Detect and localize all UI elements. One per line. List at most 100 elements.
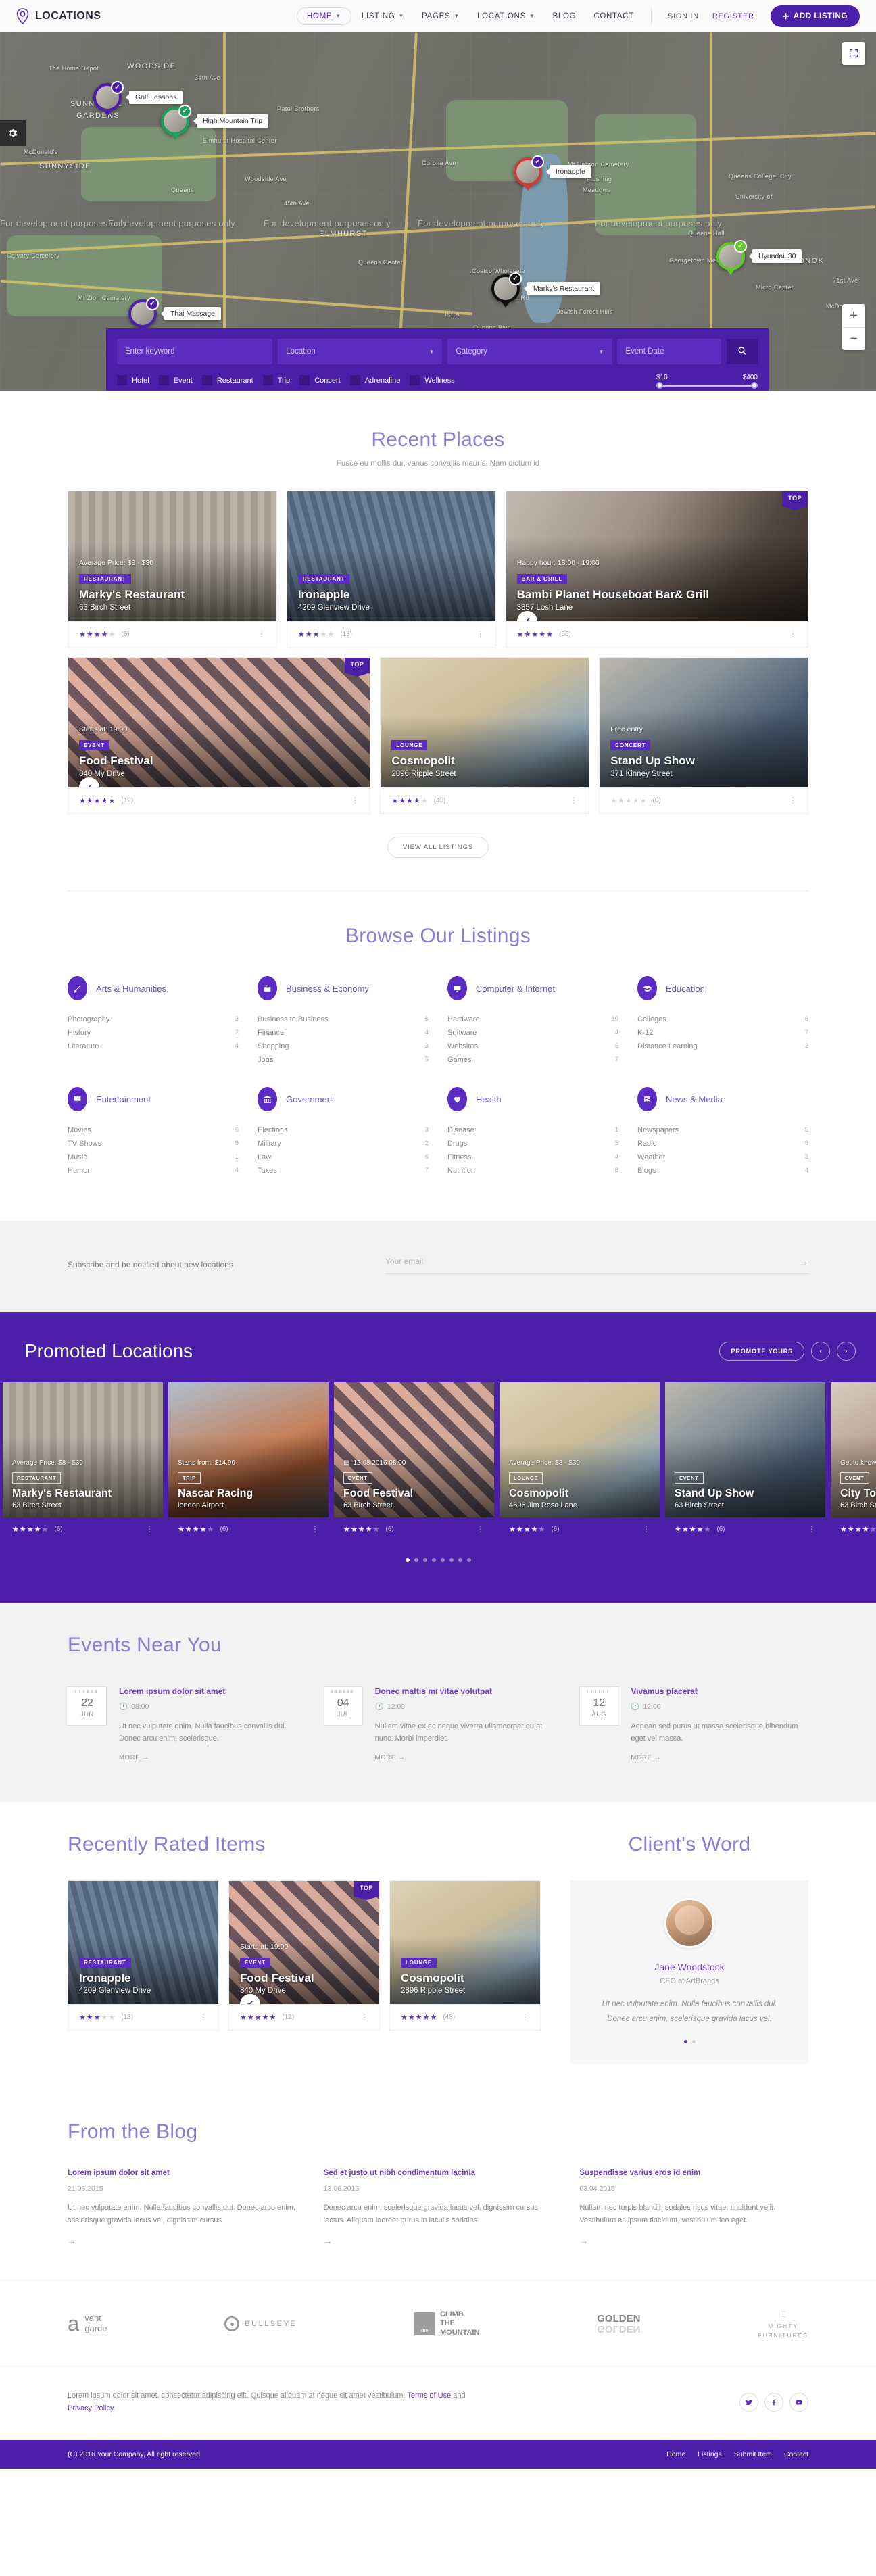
browse-subcategory-item[interactable]: Fitness 4 xyxy=(447,1150,618,1164)
browse-category-name[interactable]: Government xyxy=(286,1094,335,1104)
promoted-card-title[interactable]: Cosmopolit xyxy=(509,1488,652,1500)
promoted-carousel-dots[interactable] xyxy=(0,1558,876,1562)
add-listing-button[interactable]: ✛ ADD LISTING xyxy=(770,5,860,27)
listing-card[interactable]: LOUNGE Cosmopolit 2896 Ripple Street ★★★★★ (… xyxy=(389,1880,541,2031)
browse-category-header[interactable]: Entertainment xyxy=(68,1087,239,1111)
browse-category-header[interactable]: Education xyxy=(637,976,808,1000)
blog-post-read-more-arrow-icon[interactable]: → xyxy=(579,2236,808,2246)
card-options-menu-icon[interactable]: ⋮ xyxy=(258,630,266,638)
sign-in-link[interactable]: SIGN IN xyxy=(661,8,706,24)
testimonial-dots[interactable] xyxy=(591,2039,788,2043)
listing-card-title[interactable]: Food Festival xyxy=(240,1972,368,1985)
map-marker-pin[interactable]: ✔ xyxy=(128,297,159,328)
card-options-menu-icon[interactable]: ⋮ xyxy=(145,1525,153,1533)
map-marker-pin[interactable]: ✔ xyxy=(514,155,544,186)
browse-subcategory-item[interactable]: Finance 4 xyxy=(258,1026,429,1040)
checkbox-box[interactable] xyxy=(299,375,310,385)
map-marker[interactable]: ✔ Thai Massage xyxy=(128,297,221,328)
brand-logo[interactable]: LOCATIONS xyxy=(16,7,101,24)
checkbox-box[interactable] xyxy=(349,375,360,385)
privacy-policy-link[interactable]: Privacy Policy xyxy=(68,2404,114,2412)
promoted-next-button[interactable]: › xyxy=(837,1342,856,1361)
search-submit-button[interactable] xyxy=(727,339,758,364)
map-marker[interactable]: ✔ Ironapple xyxy=(514,155,591,186)
map-zoom-controls[interactable]: + − xyxy=(842,304,865,350)
view-all-listings-button[interactable]: VIEW ALL LISTINGS xyxy=(387,837,489,858)
map-marker-pin[interactable]: ✔ xyxy=(93,81,124,112)
event-more-link[interactable]: MORE → xyxy=(375,1754,553,1761)
browse-subcategory-item[interactable]: Humor 4 xyxy=(68,1164,239,1177)
map-marker-tooltip[interactable]: High Mountain Trip xyxy=(197,114,269,128)
listing-card-title[interactable]: Ironapple xyxy=(79,1972,208,1985)
promoted-card-title[interactable]: City Tour xyxy=(840,1488,876,1500)
map-hero[interactable]: The Home DepotWOODSIDESUNNYSIDEGARDENS34… xyxy=(0,32,876,391)
card-options-menu-icon[interactable]: ⋮ xyxy=(351,796,359,804)
listing-card[interactable]: TOP Starts at: 19:00 EVENT Food Festival 840… xyxy=(68,657,371,814)
browse-subcategory-item[interactable]: Shopping 3 xyxy=(258,1040,429,1053)
keyword-field[interactable] xyxy=(117,339,273,364)
card-options-menu-icon[interactable]: ⋮ xyxy=(570,796,578,804)
event-title[interactable]: Lorem ipsum dolor sit amet xyxy=(119,1686,297,1696)
footer-link-contact[interactable]: Contact xyxy=(784,2450,808,2458)
footer-links[interactable]: Home Listings Submit Item Contact xyxy=(666,2450,808,2458)
nav-item-listing[interactable]: LISTING ▼ xyxy=(354,7,412,25)
browse-subcategory-item[interactable]: Military 2 xyxy=(258,1137,429,1150)
event-more-link[interactable]: MORE → xyxy=(119,1754,297,1761)
blog-post-title[interactable]: Sed et justo ut nibh condimentum lacinia xyxy=(324,2169,553,2177)
nav-item-pages[interactable]: PAGES ▼ xyxy=(414,7,467,25)
map-marker-tooltip[interactable]: Ironapple xyxy=(550,165,591,178)
listing-card[interactable]: LOUNGE Cosmopolit 2896 Ripple Street ★★★★★ (… xyxy=(380,657,590,814)
browse-category-name[interactable]: Arts & Humanities xyxy=(96,983,166,994)
map-fullscreen-button[interactable] xyxy=(842,42,865,65)
listing-card[interactable]: Average Price: $8 - $30 RESTAURANT Marky's… xyxy=(68,491,277,648)
browse-subcategory-item[interactable]: Photography 3 xyxy=(68,1013,239,1026)
testimonial-dot[interactable] xyxy=(683,2039,687,2043)
promote-yours-button[interactable]: PROMOTE YOURS xyxy=(719,1342,804,1361)
browse-subcategory-item[interactable]: Weather 3 xyxy=(637,1150,808,1164)
map-marker[interactable]: ✔ Marky's Restaurant xyxy=(491,272,601,303)
browse-subcategory-item[interactable]: K-12 7 xyxy=(637,1026,808,1040)
slider-knob-min[interactable] xyxy=(656,382,663,389)
blog-post-read-more-arrow-icon[interactable]: → xyxy=(68,2236,297,2246)
browse-category-name[interactable]: Entertainment xyxy=(96,1094,151,1104)
footer-link-home[interactable]: Home xyxy=(666,2450,685,2458)
browse-subcategory-item[interactable]: History 2 xyxy=(68,1026,239,1040)
nav-item-contact[interactable]: CONTACT xyxy=(586,7,641,25)
browse-category-header[interactable]: Arts & Humanities xyxy=(68,976,239,1000)
search-tag-restaurant[interactable]: Restaurant xyxy=(201,375,253,385)
browse-category-name[interactable]: Business & Economy xyxy=(286,983,369,994)
card-options-menu-icon[interactable]: ⋮ xyxy=(789,630,797,638)
browse-subcategory-item[interactable]: TV Shows 9 xyxy=(68,1137,239,1150)
browse-subcategory-item[interactable]: Nutrition 8 xyxy=(447,1164,618,1177)
browse-subcategory-item[interactable]: Business to Business 6 xyxy=(258,1013,429,1026)
map-marker-tooltip[interactable]: Golf Lessons xyxy=(129,91,183,104)
search-tag-adrenaline[interactable]: Adrenaline xyxy=(349,375,400,385)
slider-knob-max[interactable] xyxy=(751,382,758,389)
promoted-card-title[interactable]: Nascar Racing xyxy=(178,1488,320,1500)
promoted-card[interactable]: Average Price: $8 - $30 LOUNGE Cosmopolit 4… xyxy=(500,1382,660,1540)
browse-subcategory-item[interactable]: Hardware 10 xyxy=(447,1013,618,1026)
carousel-dot[interactable] xyxy=(449,1558,454,1562)
dribbble-icon[interactable] xyxy=(789,2393,808,2412)
listing-card-title[interactable]: Food Festival xyxy=(79,755,359,768)
browse-subcategory-item[interactable]: Movies 6 xyxy=(68,1123,239,1137)
map-marker-pin[interactable]: ✔ xyxy=(161,105,191,135)
browse-category-name[interactable]: Health xyxy=(476,1094,502,1104)
search-tag-hotel[interactable]: Hotel xyxy=(117,375,149,385)
location-select[interactable]: Location ▼ xyxy=(278,339,443,364)
slider-track[interactable] xyxy=(656,382,758,389)
listing-card[interactable]: RESTAURANT Ironapple 4209 Glenview Drive ★★… xyxy=(286,491,496,648)
event-more-link[interactable]: MORE → xyxy=(631,1754,808,1761)
browse-subcategory-item[interactable]: Colleges 8 xyxy=(637,1013,808,1026)
carousel-dot[interactable] xyxy=(422,1558,427,1562)
listing-card[interactable]: TOP Starts at: 19:00 EVENT Food Festival 840… xyxy=(228,1880,380,2031)
listing-card-title[interactable]: Cosmopolit xyxy=(401,1972,529,1985)
promoted-card[interactable]: Starts from: $14.99 TRIP Nascar Racing lond… xyxy=(168,1382,328,1540)
carousel-dot[interactable] xyxy=(440,1558,445,1562)
browse-subcategory-item[interactable]: Software 4 xyxy=(447,1026,618,1040)
browse-subcategory-item[interactable]: Games 7 xyxy=(447,1053,618,1067)
card-options-menu-icon[interactable]: ⋮ xyxy=(199,2013,208,2021)
browse-subcategory-item[interactable]: Drugs 5 xyxy=(447,1137,618,1150)
search-tag-wellness[interactable]: Wellness xyxy=(410,375,455,385)
nav-item-locations[interactable]: LOCATIONS ▼ xyxy=(470,7,543,25)
